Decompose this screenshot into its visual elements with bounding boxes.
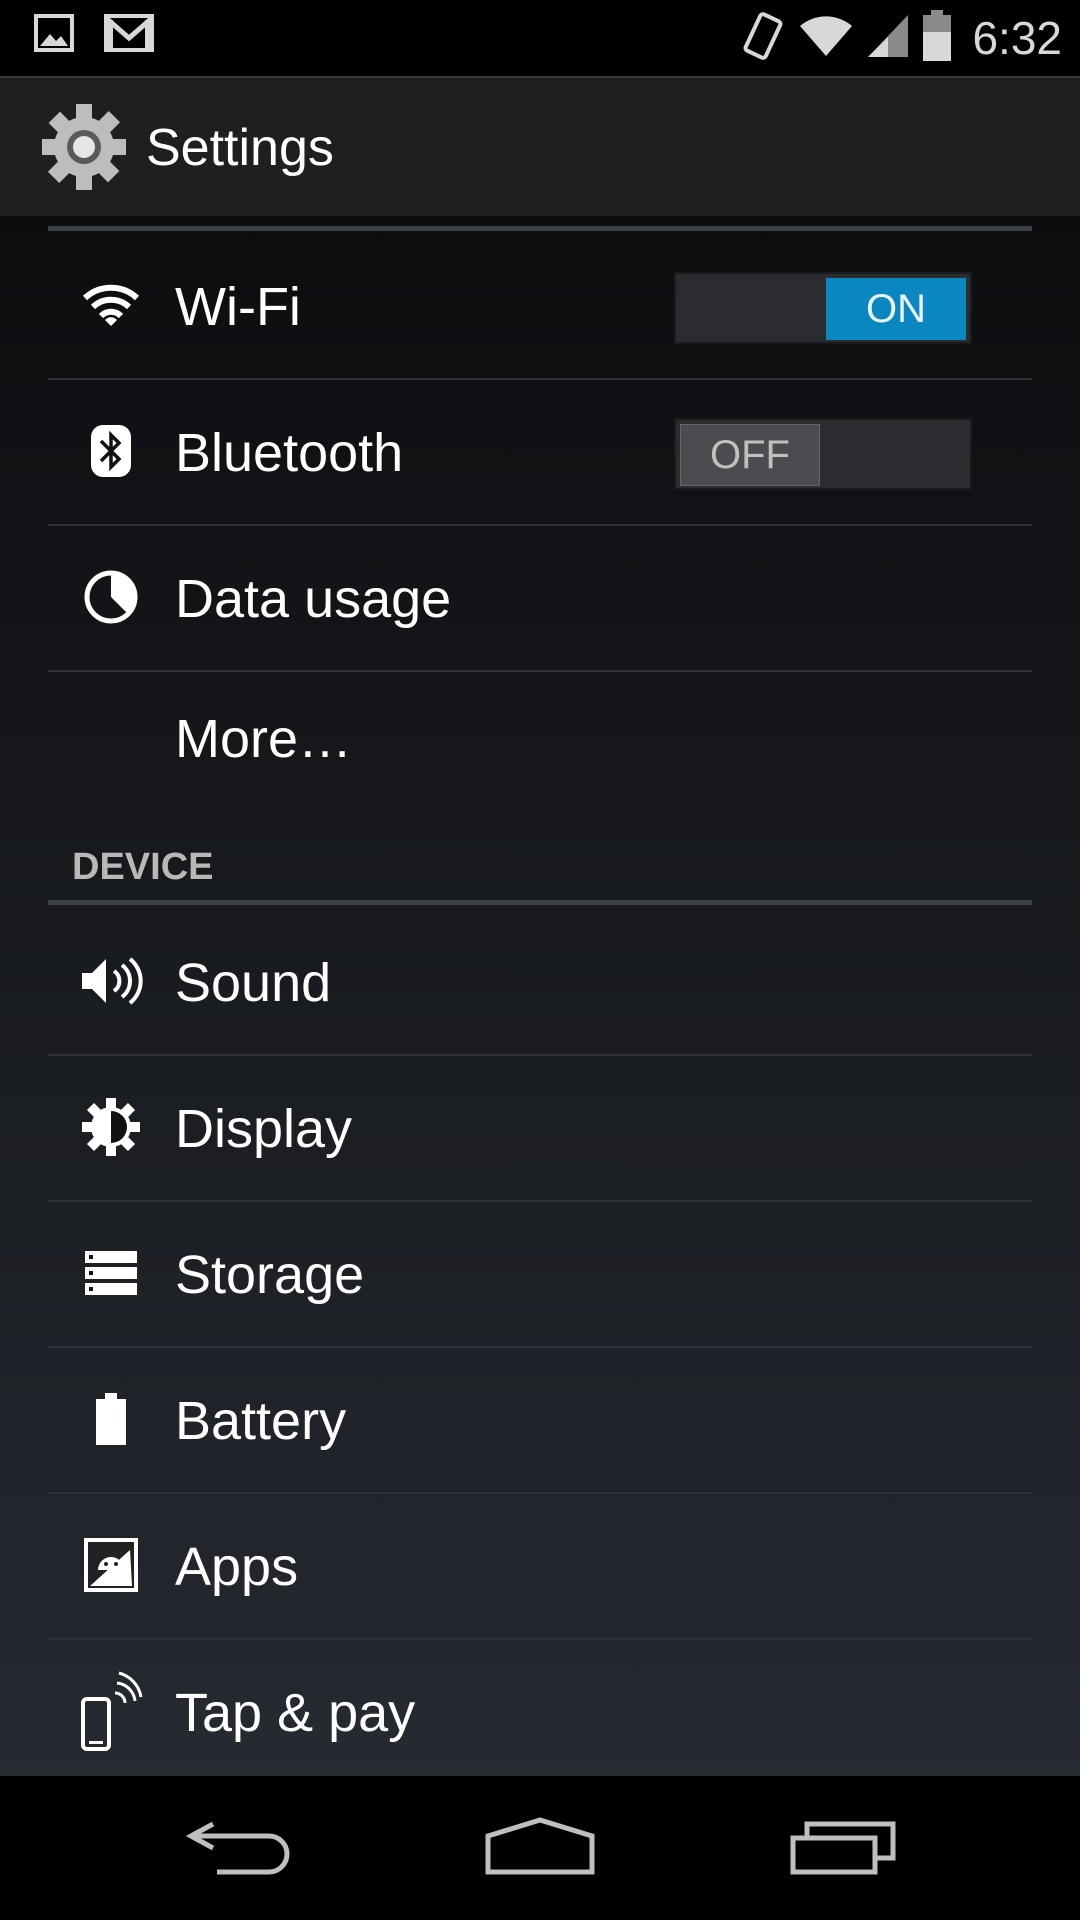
storage-label: Storage [175,1245,365,1305]
battery-icon [922,9,952,67]
battery-label: Battery [175,1391,347,1451]
bluetooth-label: Bluetooth [175,423,404,483]
settings-item-tap-pay[interactable]: Tap & pay [48,1638,1032,1776]
action-bar: Settings [0,76,1080,218]
apps-android-icon [76,1530,146,1600]
wifi-signal-icon [798,14,854,63]
storage-icon [76,1238,146,1308]
tap-pay-icon [76,1671,146,1751]
section-header-label: DEVICE [72,846,214,888]
gmail-icon [104,14,154,57]
settings-item-storage[interactable]: Storage [48,1200,1032,1348]
vibrate-icon [740,10,786,67]
image-notification-icon [34,14,74,57]
settings-item-display[interactable]: Display [48,1054,1032,1202]
navigation-bar [0,1776,1080,1920]
settings-gear-icon[interactable] [40,100,128,199]
wifi-icon [76,270,146,340]
settings-item-bluetooth[interactable]: Bluetooth OFF [48,378,1032,526]
settings-item-battery[interactable]: Battery [48,1346,1032,1494]
settings-item-data-usage[interactable]: Data usage [48,524,1032,672]
home-icon [484,1816,596,1881]
wifi-label: Wi-Fi [175,277,301,337]
section-header-device: DEVICE [48,820,1032,905]
apps-label: Apps [175,1537,299,1597]
clock-text: 6:32 [972,12,1062,64]
wifi-toggle[interactable]: ON [674,272,972,344]
battery-icon [76,1384,146,1454]
settings-list[interactable]: Wi-Fi ON Bluetooth OFF Data usage More… [0,216,1080,1776]
divider [48,226,1032,231]
back-icon [183,1816,293,1881]
bluetooth-toggle[interactable]: OFF [674,418,972,490]
display-label: Display [175,1099,353,1159]
display-brightness-icon [76,1092,146,1162]
tap-pay-label: Tap & pay [175,1683,416,1743]
home-button[interactable] [480,1810,600,1886]
settings-item-apps[interactable]: Apps [48,1492,1032,1640]
recents-icon [789,1816,899,1881]
bluetooth-toggle-state: OFF [680,424,820,486]
recents-button[interactable] [784,1810,904,1886]
cell-signal-icon [866,13,910,64]
sound-label: Sound [175,953,332,1013]
settings-item-more[interactable]: More… [48,670,1032,816]
wifi-toggle-state: ON [826,278,966,340]
page-title: Settings [146,119,334,177]
sound-icon [76,946,146,1016]
data-usage-icon [76,562,146,632]
settings-item-sound[interactable]: Sound [48,908,1032,1056]
status-bar: 6:32 [0,0,1080,75]
bluetooth-icon [76,416,146,486]
more-label: More… [175,709,353,769]
settings-item-wifi[interactable]: Wi-Fi ON [48,232,1032,380]
back-button[interactable] [178,1810,298,1886]
data-usage-label: Data usage [175,569,452,629]
